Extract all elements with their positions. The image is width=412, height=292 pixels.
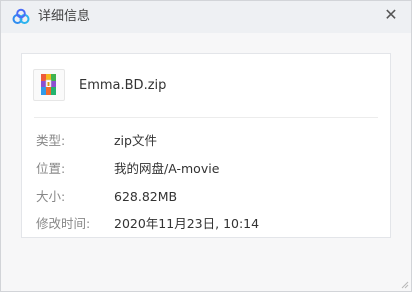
type-label: 类型: bbox=[36, 133, 66, 148]
location-value: 我的网盘/A-movie bbox=[114, 161, 220, 176]
window-title: 详细信息 bbox=[38, 9, 91, 24]
size-label: 大小: bbox=[36, 189, 66, 204]
close-button[interactable]: ✕ bbox=[381, 5, 401, 25]
zip-archive-icon bbox=[33, 69, 65, 101]
file-details-window: 详细信息 ✕ Emma.BD.zip 类型: zip文件 位置: 我的网盘/A-… bbox=[0, 0, 412, 292]
size-value: 628.82MB bbox=[114, 189, 178, 204]
location-label: 位置: bbox=[36, 161, 66, 176]
close-icon: ✕ bbox=[384, 5, 398, 24]
file-name: Emma.BD.zip bbox=[79, 78, 167, 93]
details-panel: Emma.BD.zip 类型: zip文件 位置: 我的网盘/A-movie 大… bbox=[21, 53, 391, 238]
type-value: zip文件 bbox=[114, 133, 157, 148]
divider bbox=[34, 117, 378, 118]
modified-label: 修改时间: bbox=[36, 216, 91, 231]
modified-value: 2020年11月23日, 10:14 bbox=[114, 216, 260, 231]
resize-grip-icon[interactable] bbox=[399, 279, 409, 289]
baidu-netdisk-cloud-icon bbox=[12, 8, 30, 24]
title-bar[interactable]: 详细信息 ✕ bbox=[1, 1, 411, 33]
